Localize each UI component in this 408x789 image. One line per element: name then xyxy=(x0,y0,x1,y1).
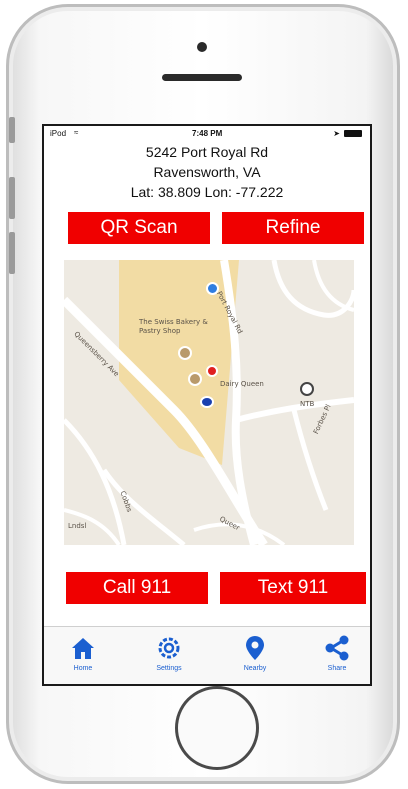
tab-share-label: Share xyxy=(327,665,347,672)
tab-nearby-label: Nearby xyxy=(243,665,267,672)
address-street: 5242 Port Royal Rd xyxy=(145,144,269,160)
tab-settings[interactable]: Settings xyxy=(134,633,204,672)
map-poi-label-dairy-queen: Dairy Queen xyxy=(220,380,264,388)
volume-up-button xyxy=(9,177,15,219)
volume-down-button xyxy=(9,232,15,274)
tab-settings-label: Settings xyxy=(156,665,182,672)
home-icon xyxy=(72,638,94,659)
call-911-button[interactable]: Call 911 xyxy=(66,572,208,604)
map-road-label-lindsey: Lndsl xyxy=(68,522,87,530)
map-view[interactable]: The Swiss Bakery & Pastry Shop Dairy Que… xyxy=(64,260,354,545)
address-coordinates: Lat: 38.809 Lon: -77.222 xyxy=(130,184,284,200)
map-poi-label-swiss-bakery: The Swiss Bakery & Pastry Shop xyxy=(139,318,208,335)
map-marker-restaurant[interactable] xyxy=(188,372,202,386)
map-current-location-pin[interactable] xyxy=(206,365,218,377)
status-bar: iPod ≈ 7:48 PM ➤ xyxy=(44,126,370,142)
refine-button[interactable]: Refine xyxy=(222,212,364,244)
qr-scan-button[interactable]: QR Scan xyxy=(68,212,210,244)
app-screen: iPod ≈ 7:48 PM ➤ 5242 Port Royal Rd Rave… xyxy=(42,124,372,686)
battery-icon xyxy=(344,130,362,137)
gear-icon xyxy=(158,637,180,659)
carrier-label: iPod xyxy=(50,129,67,138)
location-arrow-icon: ➤ xyxy=(333,129,340,138)
text-911-button[interactable]: Text 911 xyxy=(220,572,366,604)
home-hardware-button[interactable] xyxy=(175,686,259,770)
tab-home[interactable]: Home xyxy=(48,633,118,672)
tab-nearby[interactable]: Nearby xyxy=(220,633,290,672)
earpiece-speaker xyxy=(162,74,242,81)
front-camera xyxy=(197,42,207,52)
map-marker-blue[interactable] xyxy=(206,282,219,295)
address-city: Ravensworth, VA xyxy=(153,164,261,180)
wifi-icon: ≈ xyxy=(74,128,79,137)
location-pin-icon xyxy=(246,636,264,660)
tab-share[interactable]: Share xyxy=(302,633,370,672)
map-marker-ntb[interactable] xyxy=(300,382,314,396)
mute-switch xyxy=(9,117,15,143)
tab-home-label: Home xyxy=(73,665,93,672)
map-poi-label-ntb: NTB xyxy=(300,400,315,408)
tab-bar: Home Settings Nearby Share xyxy=(44,626,370,684)
map-marker-dairy-queen[interactable] xyxy=(200,396,214,408)
map-marker-bakery[interactable] xyxy=(178,346,192,360)
share-icon xyxy=(325,635,349,661)
status-time: 7:48 PM xyxy=(192,129,223,138)
